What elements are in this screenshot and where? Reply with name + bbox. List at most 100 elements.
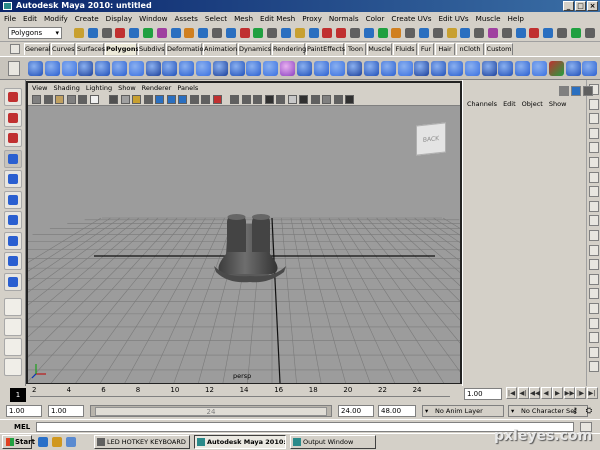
shelf-tab-fur[interactable]: Fur [418,43,434,55]
polygon-shelf-tool-icon[interactable] [296,61,312,76]
panel-toolbar-icon[interactable] [230,95,239,104]
status-line-tool-icon[interactable] [74,28,84,38]
playback-start-field[interactable]: 1.00 [48,405,84,417]
channel-box-side-icon[interactable] [589,230,599,241]
polygon-shelf-tool-icon[interactable] [498,61,514,76]
shelf-tab-deformation[interactable]: Deformation [166,43,208,55]
viewport-panel[interactable]: View Shading Lighting Show Renderer Panels [26,81,462,385]
panel-toolbar-icon[interactable] [345,95,354,104]
panel-toolbar-icon[interactable] [55,95,64,104]
last-tool-icon[interactable] [4,272,22,291]
status-line-tool-icon[interactable] [143,28,153,38]
polygon-shelf-tool-icon[interactable] [582,61,598,76]
persp-viewport[interactable]: BACK persp [28,106,460,383]
menu-assets[interactable]: Assets [175,14,198,23]
status-line-tool-icon[interactable] [432,28,443,38]
go-to-end-button[interactable]: ▶| [586,387,598,399]
panel-toolbar-icon[interactable] [333,95,343,104]
step-back-key-button[interactable]: ◀| [517,387,529,399]
single-pane-layout-icon[interactable] [4,298,22,316]
key-icon[interactable]: ⚷ [570,406,580,416]
menu-display[interactable]: Display [106,14,133,23]
polygon-shelf-tool-icon[interactable] [565,61,581,76]
status-line-tool-icon[interactable] [253,28,264,38]
shelf-tab-painteffects[interactable]: PaintEffects [306,43,345,55]
menu-window[interactable]: Window [139,14,167,23]
polygon-shelf-tool-icon[interactable] [397,61,413,76]
status-line-tool-icon[interactable] [446,28,457,38]
desktop-quicklaunch-icon[interactable] [66,437,76,447]
polygon-shelf-tool-icon[interactable] [280,61,295,76]
flask-model[interactable] [214,214,286,283]
menu-file[interactable]: File [4,14,16,23]
polygon-shelf-tool-icon[interactable] [246,61,262,76]
panel-toolbar-icon[interactable] [276,95,285,104]
panel-toolbar-icon[interactable] [155,95,164,104]
current-frame-field[interactable]: 1.00 [464,388,502,400]
time-slider-track[interactable] [30,396,450,401]
polygon-shelf-tool-icon[interactable] [532,61,547,76]
channel-box-side-icon[interactable] [589,142,599,154]
channel-box-side-icon[interactable] [589,244,599,256]
shelf-tab-ncloth[interactable]: nCloth [456,43,484,55]
menu-edit-mesh[interactable]: Edit Mesh [260,14,295,23]
status-line-tool-icon[interactable] [460,28,471,38]
rotate-tool-icon[interactable] [4,170,22,188]
status-line-tool-icon[interactable] [350,28,360,38]
menu-edit-uvs[interactable]: Edit UVs [439,14,469,23]
folder-quicklaunch-icon[interactable] [52,437,62,447]
status-line-tool-icon[interactable] [129,28,140,38]
four-pane-layout-icon[interactable] [4,318,22,336]
channel-box-side-icon[interactable] [589,127,599,139]
polygon-shelf-tool-icon[interactable] [364,61,379,76]
go-to-start-button[interactable]: |◀ [506,387,517,399]
status-line-tool-icon[interactable] [363,28,374,38]
menu-set-dropdown[interactable]: Polygons [8,27,62,39]
polygon-shelf-tool-icon[interactable] [145,61,161,76]
channel-box-side-icon[interactable] [589,361,599,373]
shelf-options-icon[interactable] [8,61,20,76]
shelf-tab-custom[interactable]: Custom [485,43,513,55]
shelf-tab-fluids[interactable]: Fluids [393,43,417,55]
universal-manipulator-icon[interactable] [4,211,22,229]
menu-proxy[interactable]: Proxy [302,14,322,23]
status-line-tool-icon[interactable] [170,28,181,38]
menu-mesh[interactable]: Mesh [234,14,253,23]
status-line-tool-icon[interactable] [115,28,126,38]
panel-toolbar-icon[interactable] [310,95,320,104]
status-line-tool-icon[interactable] [570,28,581,38]
panel-menu-renderer[interactable]: Renderer [142,84,172,92]
range-slider-handle[interactable]: 24 [95,407,327,416]
panel-toolbar-icon[interactable] [189,95,199,104]
start-button[interactable]: Start [2,435,35,449]
panel-toolbar-icon[interactable] [32,95,41,104]
panel-menu-shading[interactable]: Shading [53,84,79,92]
polygon-shelf-tool-icon[interactable] [431,61,447,76]
status-line-tool-icon[interactable] [281,28,291,38]
polygon-shelf-tool-icon[interactable] [162,61,178,76]
panel-toolbar-icon[interactable] [166,95,176,104]
play-forwards-button[interactable]: ▶ [552,387,563,399]
menu-color[interactable]: Color [366,14,385,23]
panel-toolbar-icon[interactable] [299,95,308,104]
polygon-shelf-tool-icon[interactable] [61,61,77,76]
shelf-tab-surfaces[interactable]: Surfaces [76,43,105,55]
panel-menu-panels[interactable]: Panels [177,84,198,92]
panel-toolbar-icon[interactable] [66,95,76,104]
status-line-tool-icon[interactable] [529,28,540,38]
play-backwards-button[interactable]: ◀ [540,387,552,399]
polygon-shelf-tool-icon[interactable] [515,61,531,76]
channel-box-side-icon[interactable] [589,346,599,358]
channel-box-layout-icon[interactable] [571,86,581,96]
status-line-tool-icon[interactable] [322,28,333,38]
polygon-shelf-tool-icon[interactable] [44,61,60,76]
panel-toolbar-icon[interactable] [78,95,87,104]
shelf-tab-subdivs[interactable]: Subdivs [138,43,165,55]
status-line-tool-icon[interactable] [308,28,319,38]
select-tool-icon[interactable] [4,88,22,106]
polygon-shelf-tool-icon[interactable] [347,61,363,76]
polygon-shelf-tool-icon[interactable] [28,61,43,76]
shelf-tab-curves[interactable]: Curves [51,43,75,55]
channel-box-side-icon[interactable] [589,288,599,300]
status-line-tool-icon[interactable] [336,28,347,38]
